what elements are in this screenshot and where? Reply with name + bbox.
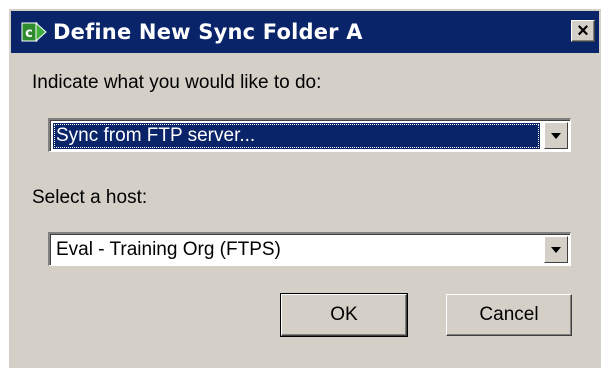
action-dropdown-arrow[interactable] <box>544 122 568 149</box>
host-dropdown-value: Eval - Training Org (FTPS) <box>56 239 281 260</box>
host-dropdown[interactable]: Eval - Training Org (FTPS) <box>48 232 571 266</box>
close-icon: × <box>577 20 589 42</box>
action-label: Indicate what you would like to do: <box>32 72 322 93</box>
window-title: Define New Sync Folder A <box>53 20 363 44</box>
ok-button[interactable]: OK <box>280 293 408 337</box>
svg-text:c: c <box>25 26 33 41</box>
chevron-down-icon <box>551 132 561 139</box>
app-sync-icon: c <box>21 19 47 45</box>
host-label: Select a host: <box>32 187 148 208</box>
action-dropdown-value: Sync from FTP server... <box>53 123 540 149</box>
host-dropdown-arrow[interactable] <box>544 236 568 263</box>
close-button[interactable]: × <box>571 20 595 42</box>
action-dropdown[interactable]: Sync from FTP server... <box>48 118 571 152</box>
cancel-button[interactable]: Cancel <box>446 294 572 336</box>
chevron-down-icon <box>551 246 561 253</box>
title-bar[interactable]: c Define New Sync Folder A × <box>11 11 599 53</box>
sync-folder-dialog: c Define New Sync Folder A × Indicate wh… <box>8 8 601 368</box>
